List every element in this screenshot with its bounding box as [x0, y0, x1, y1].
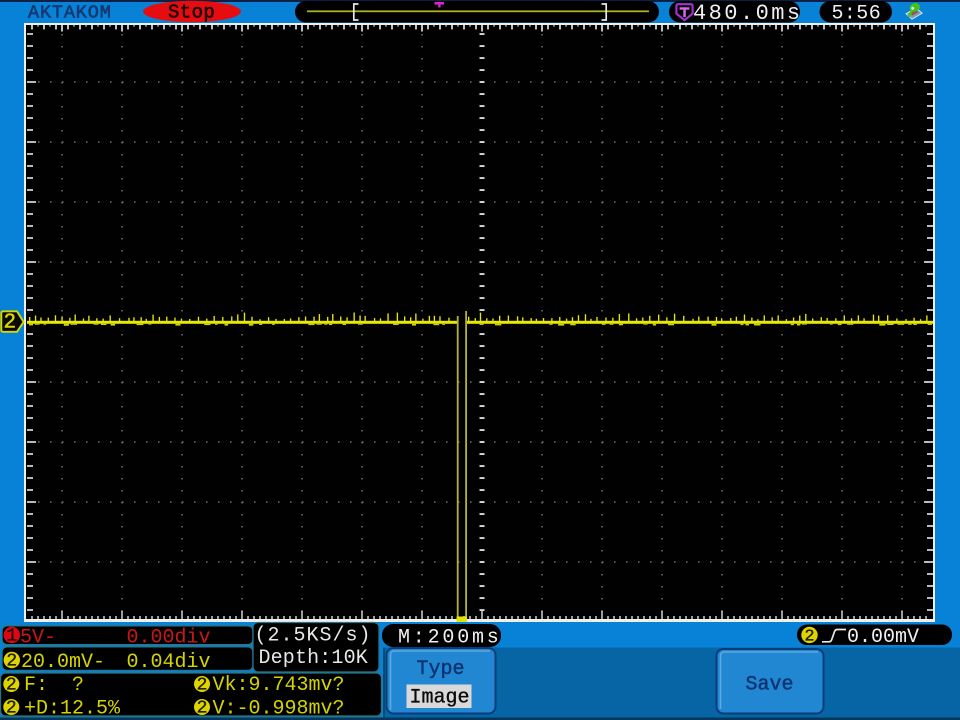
svg-text:5:56: 5:56 [832, 2, 882, 25]
svg-text:Stop: Stop [168, 2, 215, 24]
svg-text:2: 2 [197, 699, 208, 719]
svg-text:480.0ms: 480.0ms [693, 1, 803, 26]
svg-text:Vk:9.743mv?: Vk:9.743mv? [213, 674, 345, 697]
svg-text:F: ?: F: ? [24, 674, 84, 697]
svg-text:Type: Type [417, 658, 465, 681]
svg-text:1: 1 [6, 627, 17, 647]
svg-text:Image: Image [410, 687, 470, 710]
svg-text:(2.5KS/s): (2.5KS/s) [255, 625, 372, 648]
svg-text:Save: Save [746, 674, 794, 697]
svg-text:2: 2 [6, 652, 17, 672]
svg-text:20.0mV-: 20.0mV- [21, 651, 105, 674]
svg-text:2: 2 [6, 676, 17, 696]
svg-text:2: 2 [6, 699, 17, 719]
svg-text:0.00div: 0.00div [127, 627, 211, 650]
svg-text:2: 2 [197, 676, 208, 696]
svg-text:Depth:10K: Depth:10K [259, 647, 368, 670]
svg-text:0.04div: 0.04div [127, 651, 211, 674]
svg-text:2: 2 [804, 628, 814, 647]
svg-text:AKTAKOM: AKTAKOM [28, 3, 112, 24]
svg-text:2: 2 [3, 312, 16, 335]
svg-text:0.00mV: 0.00mV [847, 626, 919, 649]
svg-text:M:200ms: M:200ms [398, 627, 502, 650]
svg-text:5V-: 5V- [20, 627, 56, 650]
